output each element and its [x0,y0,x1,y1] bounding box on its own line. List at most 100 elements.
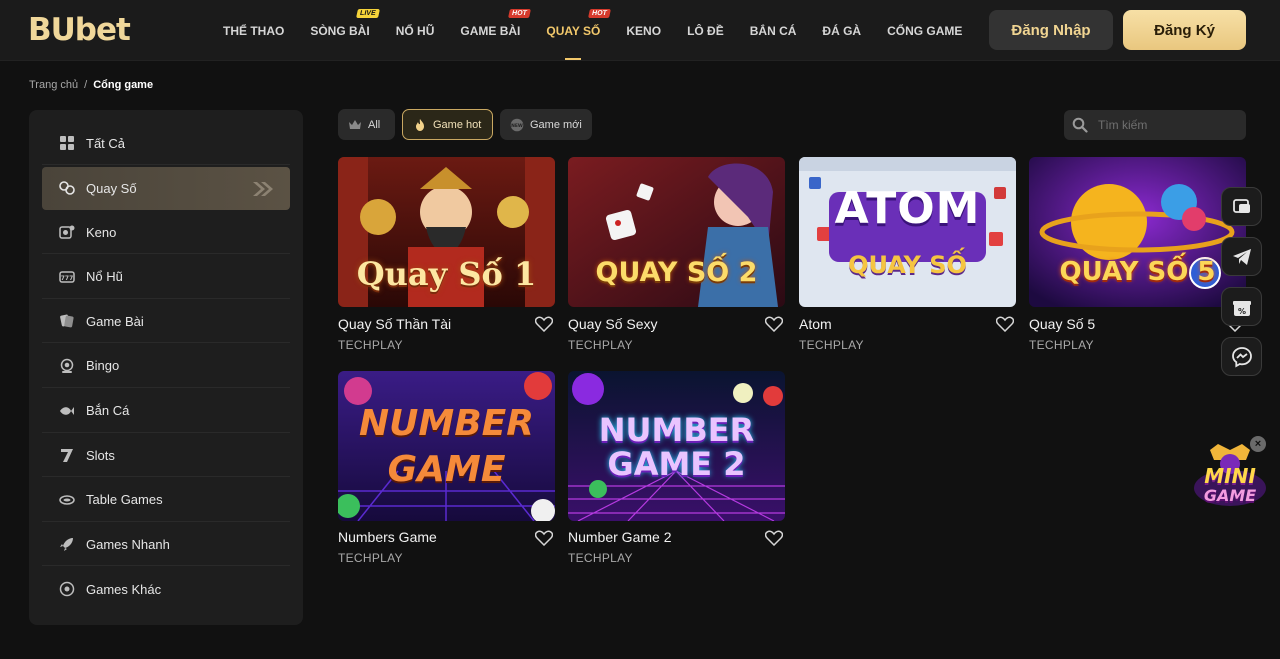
game-provider: TECHPLAY [338,551,403,565]
sidebar-item-label: Keno [86,224,117,240]
messenger-button[interactable] [1221,337,1262,376]
game-card[interactable]: NUMBER GAME 2 Number Game 2 TECHPLAY [568,371,785,565]
nav-keno[interactable]: KENO [613,24,674,38]
sidebar-item-label: Game Bài [86,313,144,329]
register-button[interactable]: Đăng Ký [1123,10,1246,50]
svg-text:777: 777 [61,275,74,282]
sidebar-item-keno[interactable]: Keno [42,211,290,255]
promo-button[interactable]: % [1221,287,1262,326]
sidebar-item-games-khac[interactable]: Games Khác [42,568,290,611]
thumb-subtitle: QUAY SỐ [848,251,967,279]
nav-label: LÔ ĐỀ [687,23,724,38]
nav-quay-so[interactable]: QUAY SỐ HOT [533,8,613,60]
heart-icon[interactable] [996,316,1014,332]
game-card[interactable]: QUAY SỐ 2 Quay Số Sexy TECHPLAY [568,157,785,352]
category-sidebar: Tất Cả Quay Số Keno 777 Nổ Hũ Game Bài B… [29,110,303,625]
login-button[interactable]: Đăng Nhập [989,10,1113,50]
game-card[interactable]: Quay Số 1 Quay Số Thần Tài TECHPLAY [338,157,555,352]
sidebar-item-label: Nổ Hũ [86,269,123,285]
support-chat-icon [1232,198,1250,213]
filter-all[interactable]: All [338,109,395,140]
sidebar-item-ban-ca[interactable]: Bắn Cá [42,390,290,433]
slot-machine-icon: 777 [58,268,76,286]
close-icon[interactable]: × [1250,436,1266,452]
thumb-title: Quay Số 1 [356,255,537,293]
filter-game-moi[interactable]: NEW Game mới [500,109,592,140]
svg-text:%: % [1237,307,1245,316]
gift-promo-icon: % [1232,300,1251,316]
breadcrumb-current: Cổng game [93,79,154,91]
thumb-subtitle: GAME [387,449,506,490]
hot-badge: HOT [587,8,611,18]
game-name: Quay Số Thần Tài [338,316,452,332]
mini-game-label-bottom: GAME [1203,486,1257,505]
nav-lo-de[interactable]: LÔ ĐỀ [674,24,737,38]
game-card[interactable]: ATOM QUAY SỐ Atom TECHPLAY [799,157,1016,352]
filter-label: All [368,118,381,131]
game-thumbnail[interactable]: QUAY SỐ 5 [1029,157,1246,307]
game-name: Quay Số Sexy [568,316,658,332]
nav-label: KENO [626,23,662,38]
sidebar-item-label: Table Games [86,492,163,508]
heart-icon[interactable] [535,530,553,546]
filter-game-hot[interactable]: Game hot [402,109,493,140]
nav-cong-game[interactable]: CỔNG GAME [874,24,975,38]
nav-da-ga[interactable]: ĐÁ GÀ [809,24,874,38]
search-icon [1072,117,1088,133]
messenger-icon [1231,346,1252,368]
thumb-title: QUAY SỐ 2 [595,257,758,288]
heart-icon[interactable] [535,316,553,332]
sidebar-item-game-bai[interactable]: Game Bài [42,300,290,344]
nav-label: BẮN CÁ [749,23,797,38]
sidebar-item-bingo[interactable]: Bingo [42,345,290,388]
search-box [1064,110,1246,140]
thumb-title: QUAY SỐ 5 [1059,257,1216,287]
keno-icon [58,223,76,241]
sidebar-item-table-games[interactable]: Table Games [42,479,290,522]
game-provider: TECHPLAY [1029,338,1094,352]
thumb-title: ATOM [834,183,981,234]
sidebar-item-label: Tất Cả [86,135,126,151]
heart-icon[interactable] [765,316,783,332]
nav-no-hu[interactable]: NỔ HŨ [383,24,448,38]
sidebar-item-slots[interactable]: Slots [42,434,290,478]
sidebar-item-label: Quay Số [86,180,137,196]
site-logo[interactable]: BUbet [28,12,131,48]
game-provider: TECHPLAY [338,338,403,352]
breadcrumb-home[interactable]: Trang chủ [29,79,78,91]
sidebar-item-quay-so[interactable]: Quay Số [42,166,290,210]
sidebar-item-label: Games Khác [86,581,162,597]
nav-label: ĐÁ GÀ [822,23,862,38]
sidebar-item-games-nhanh[interactable]: Games Nhanh [42,523,290,567]
game-card[interactable]: QUAY SỐ 5 Quay Số 5 TECHPLAY [1029,157,1246,352]
sidebar-item-tat-ca[interactable]: Tất Cả [42,122,290,165]
cards-icon [58,312,76,330]
table-icon [58,491,76,509]
nav-game-bai[interactable]: GAME BÀI HOT [447,8,533,38]
game-thumbnail[interactable]: NUMBER GAME [338,371,555,521]
heart-icon[interactable] [765,530,783,546]
nav-label: NỔ HŨ [395,23,435,38]
telegram-button[interactable] [1221,237,1262,276]
game-card[interactable]: NUMBER GAME Numbers Game TECHPLAY [338,371,555,565]
double-chevron-right-icon [253,181,273,196]
svg-text:NEW: NEW [511,122,523,128]
hot-badge: HOT [507,8,531,18]
game-thumbnail[interactable]: QUAY SỐ 2 [568,157,785,307]
sidebar-item-label: Bingo [86,358,120,374]
support-chat-button[interactable] [1221,187,1262,226]
nav-ban-ca[interactable]: BẮN CÁ [737,24,810,38]
game-thumbnail[interactable]: ATOM QUAY SỐ [799,157,1016,307]
filter-label: Game mới [530,118,582,131]
game-thumbnail[interactable]: Quay Số 1 [338,157,555,307]
bingo-icon [58,357,76,375]
crown-icon [349,119,361,129]
game-name: Quay Số 5 [1029,316,1096,332]
sidebar-item-no-hu[interactable]: 777 Nổ Hũ [42,256,290,299]
nav-song-bai[interactable]: SÒNG BÀI LIVE [297,8,382,38]
search-input[interactable] [1098,118,1238,132]
top-header: BUbet THỂ THAO SÒNG BÀI LIVE NỔ HŨ GAME B… [0,0,1280,61]
game-thumbnail[interactable]: NUMBER GAME 2 [568,371,785,521]
nav-the-thao[interactable]: THỂ THAO [210,24,297,38]
game-provider: TECHPLAY [568,338,633,352]
